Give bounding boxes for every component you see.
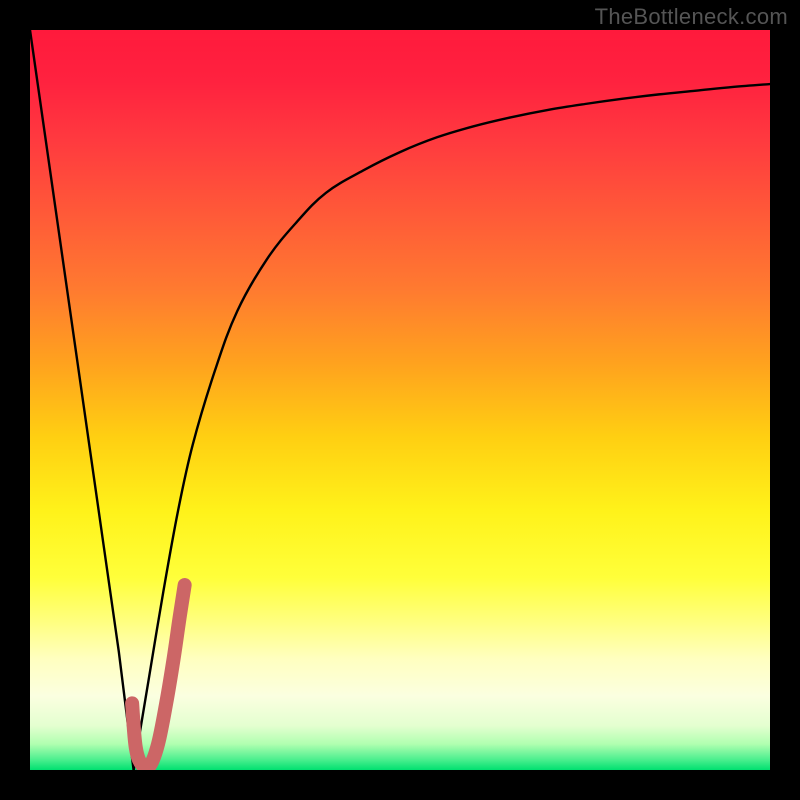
left-curve: [30, 30, 134, 770]
curves-layer: [30, 30, 770, 770]
watermark-text: TheBottleneck.com: [595, 4, 788, 30]
right-curve: [134, 84, 770, 770]
highlight-j: [132, 585, 185, 768]
chart-container: TheBottleneck.com: [0, 0, 800, 800]
plot-area: [30, 30, 770, 770]
